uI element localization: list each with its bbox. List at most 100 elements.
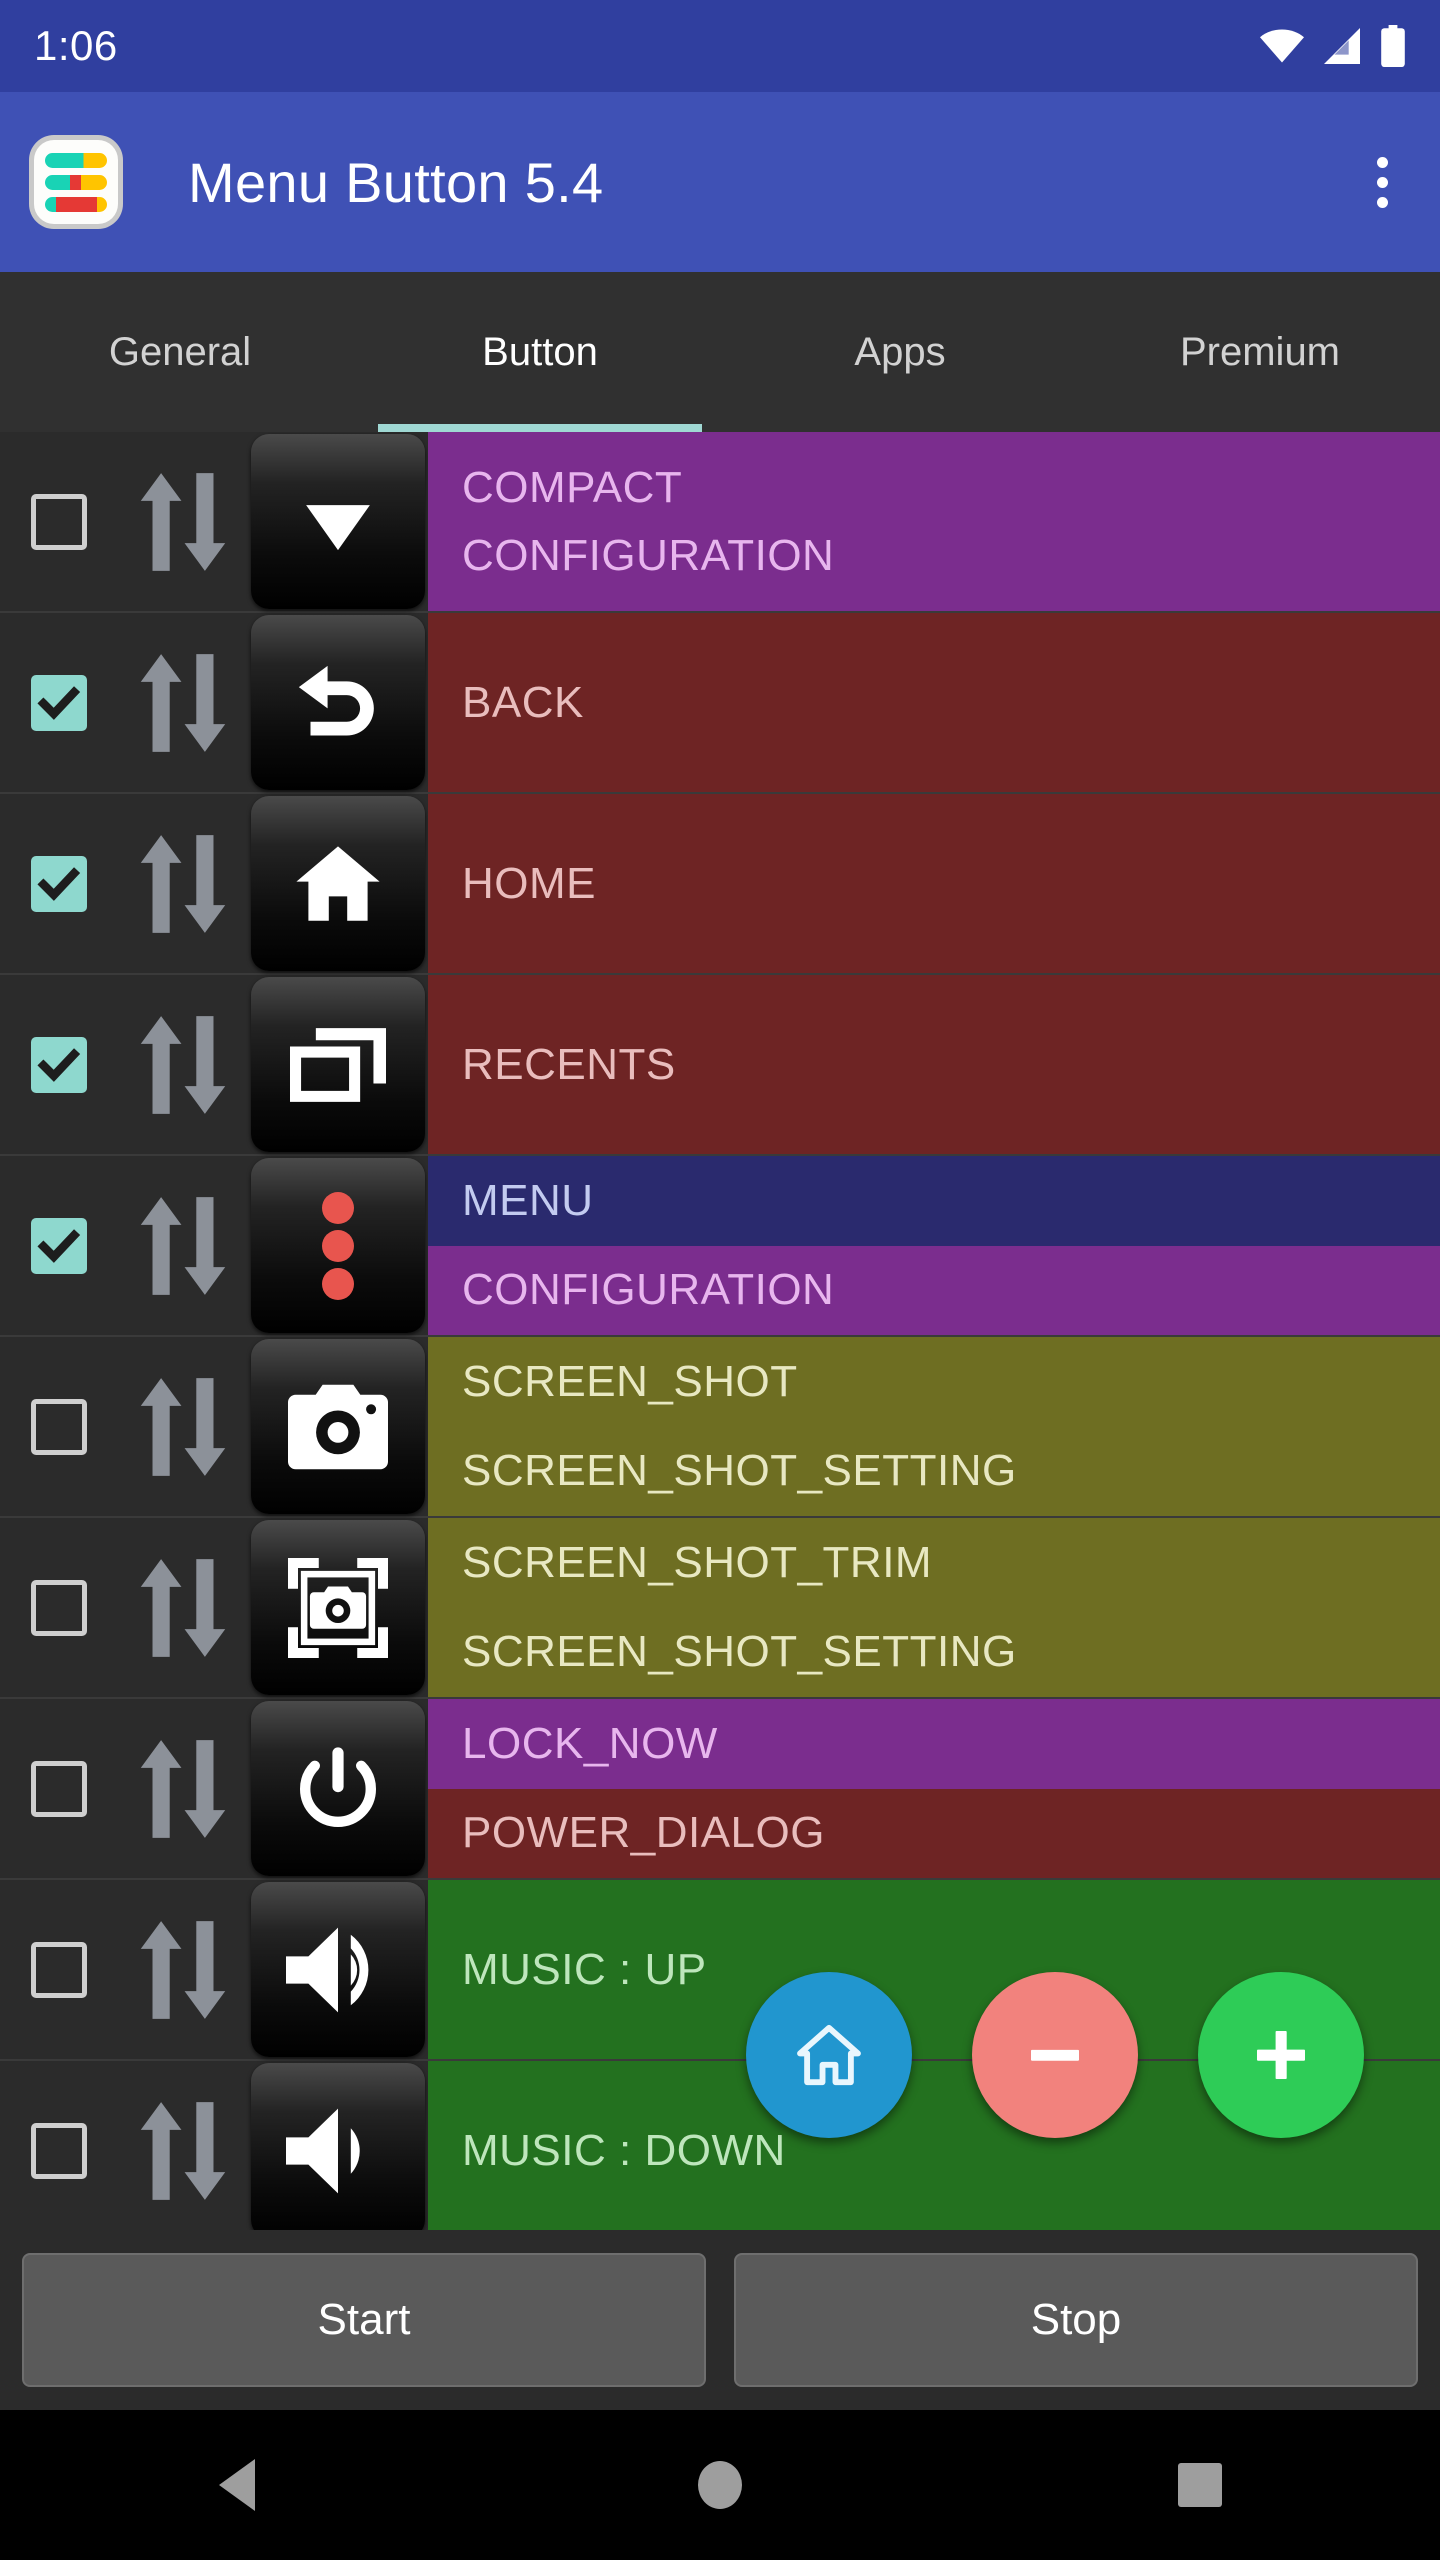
list-item[interactable]: RECENTS xyxy=(0,975,1440,1156)
volume-down-icon[interactable] xyxy=(251,2063,425,2230)
nav-back-icon[interactable] xyxy=(140,2459,340,2511)
checkbox-unchecked[interactable] xyxy=(31,1579,87,1636)
tab-general[interactable]: General xyxy=(0,272,360,432)
overflow-menu-icon[interactable] xyxy=(1359,143,1406,222)
row-checkbox-cell[interactable] xyxy=(0,794,118,973)
start-button[interactable]: Start xyxy=(22,2253,706,2387)
sort-updown-icon[interactable] xyxy=(118,432,248,611)
power-icon[interactable] xyxy=(251,1701,425,1876)
floating-action-buttons xyxy=(746,1972,1364,2138)
list-item[interactable]: MENU CONFIGURATION xyxy=(0,1156,1440,1337)
checkbox-unchecked[interactable] xyxy=(31,1398,87,1455)
checkbox-checked[interactable] xyxy=(31,855,87,912)
sort-updown-icon[interactable] xyxy=(118,1337,248,1516)
row-label-block[interactable]: COMPACT CONFIGURATION xyxy=(428,432,1440,611)
menu-dots-icon[interactable] xyxy=(251,1158,425,1333)
nav-home-icon[interactable] xyxy=(620,2459,820,2511)
row-checkbox-cell[interactable] xyxy=(0,975,118,1154)
checkbox-checked[interactable] xyxy=(31,674,87,731)
row-icon-cell[interactable] xyxy=(248,1337,428,1516)
row-checkbox-cell[interactable] xyxy=(0,1518,118,1697)
camera-icon[interactable] xyxy=(251,1339,425,1514)
checkbox-checked[interactable] xyxy=(31,1036,87,1093)
camera-crop-icon[interactable] xyxy=(251,1520,425,1695)
tab-premium[interactable]: Premium xyxy=(1080,272,1440,432)
row-label-text: MENU xyxy=(462,1175,594,1225)
list-item[interactable]: BACK xyxy=(0,613,1440,794)
list-item[interactable]: HOME xyxy=(0,794,1440,975)
row-label[interactable]: SCREEN_SHOT_SETTING xyxy=(428,1426,1440,1516)
checkbox-unchecked[interactable] xyxy=(31,493,87,550)
sort-updown-icon[interactable] xyxy=(118,1518,248,1697)
row-labels: LOCK_NOW POWER_DIALOG xyxy=(428,1699,1440,1878)
fab-minus[interactable] xyxy=(972,1972,1138,2138)
sort-updown-icon[interactable] xyxy=(118,794,248,973)
tab-button[interactable]: Button xyxy=(360,272,720,432)
row-icon-cell[interactable] xyxy=(248,794,428,973)
row-icon-cell[interactable] xyxy=(248,432,428,611)
row-label[interactable]: LOCK_NOW xyxy=(428,1699,1440,1789)
checkbox-unchecked[interactable] xyxy=(31,1760,87,1817)
list-item[interactable]: LOCK_NOW POWER_DIALOG xyxy=(0,1699,1440,1880)
sort-updown-icon[interactable] xyxy=(118,1880,248,2059)
row-checkbox-cell[interactable] xyxy=(0,432,118,611)
row-labels: COMPACT CONFIGURATION xyxy=(428,432,1440,611)
fab-plus[interactable] xyxy=(1198,1972,1364,2138)
sort-updown-icon[interactable] xyxy=(118,613,248,792)
back-arrow-icon[interactable] xyxy=(251,615,425,790)
list-item[interactable]: COMPACT CONFIGURATION xyxy=(0,432,1440,613)
row-label[interactable]: CONFIGURATION xyxy=(428,1245,1440,1335)
list-item[interactable]: SCREEN_SHOT_TRIM SCREEN_SHOT_SETTING xyxy=(0,1518,1440,1699)
row-icon-cell[interactable] xyxy=(248,2061,428,2230)
row-icon-cell[interactable] xyxy=(248,1699,428,1878)
row-icon-cell[interactable] xyxy=(248,613,428,792)
row-label[interactable]: POWER_DIALOG xyxy=(428,1788,1440,1878)
tab-label: General xyxy=(108,329,252,374)
row-labels: RECENTS xyxy=(428,975,1440,1154)
tab-label: Apps xyxy=(854,329,946,374)
row-label-text: HOME xyxy=(462,858,596,908)
row-label[interactable]: HOME xyxy=(428,794,1440,973)
row-checkbox-cell[interactable] xyxy=(0,1156,118,1335)
stop-button[interactable]: Stop xyxy=(734,2253,1418,2387)
row-checkbox-cell[interactable] xyxy=(0,1699,118,1878)
volume-up-icon[interactable] xyxy=(251,1882,425,2057)
app-logo-icon xyxy=(34,140,118,224)
sort-updown-icon[interactable] xyxy=(118,1156,248,1335)
row-label[interactable]: BACK xyxy=(428,613,1440,792)
row-icon-cell[interactable] xyxy=(248,1156,428,1335)
row-label-text: RECENTS xyxy=(462,1039,676,1089)
row-icon-cell[interactable] xyxy=(248,1880,428,2059)
compact-triangle-icon[interactable] xyxy=(251,434,425,609)
row-label[interactable]: RECENTS xyxy=(428,975,1440,1154)
checkbox-unchecked[interactable] xyxy=(31,1941,87,1998)
row-icon-cell[interactable] xyxy=(248,1518,428,1697)
status-bar: 1:06 xyxy=(0,0,1440,92)
row-label[interactable]: MENU xyxy=(428,1156,1440,1246)
row-labels: SCREEN_SHOT SCREEN_SHOT_SETTING xyxy=(428,1337,1440,1516)
row-label[interactable]: SCREEN_SHOT xyxy=(428,1337,1440,1427)
recents-icon[interactable] xyxy=(251,977,425,1152)
row-checkbox-cell[interactable] xyxy=(0,613,118,792)
row-label-text: SCREEN_SHOT xyxy=(462,1356,798,1406)
nav-recents-icon[interactable] xyxy=(1100,2463,1300,2507)
sort-updown-icon[interactable] xyxy=(118,2061,248,2230)
checkbox-unchecked[interactable] xyxy=(31,2122,87,2179)
row-checkbox-cell[interactable] xyxy=(0,1880,118,2059)
row-checkbox-cell[interactable] xyxy=(0,1337,118,1516)
tab-apps[interactable]: Apps xyxy=(720,272,1080,432)
minus-icon xyxy=(1019,2019,1091,2091)
row-checkbox-cell[interactable] xyxy=(0,2061,118,2230)
row-label[interactable]: SCREEN_SHOT_SETTING xyxy=(428,1607,1440,1697)
sort-updown-icon[interactable] xyxy=(118,975,248,1154)
row-label[interactable]: SCREEN_SHOT_TRIM xyxy=(428,1518,1440,1608)
checkbox-checked[interactable] xyxy=(31,1217,87,1274)
system-nav-bar xyxy=(0,2410,1440,2560)
fab-home[interactable] xyxy=(746,1972,912,2138)
status-bar-clock: 1:06 xyxy=(34,22,118,69)
row-icon-cell[interactable] xyxy=(248,975,428,1154)
tab-label: Button xyxy=(482,329,598,374)
sort-updown-icon[interactable] xyxy=(118,1699,248,1878)
home-icon[interactable] xyxy=(251,796,425,971)
list-item[interactable]: SCREEN_SHOT SCREEN_SHOT_SETTING xyxy=(0,1337,1440,1518)
